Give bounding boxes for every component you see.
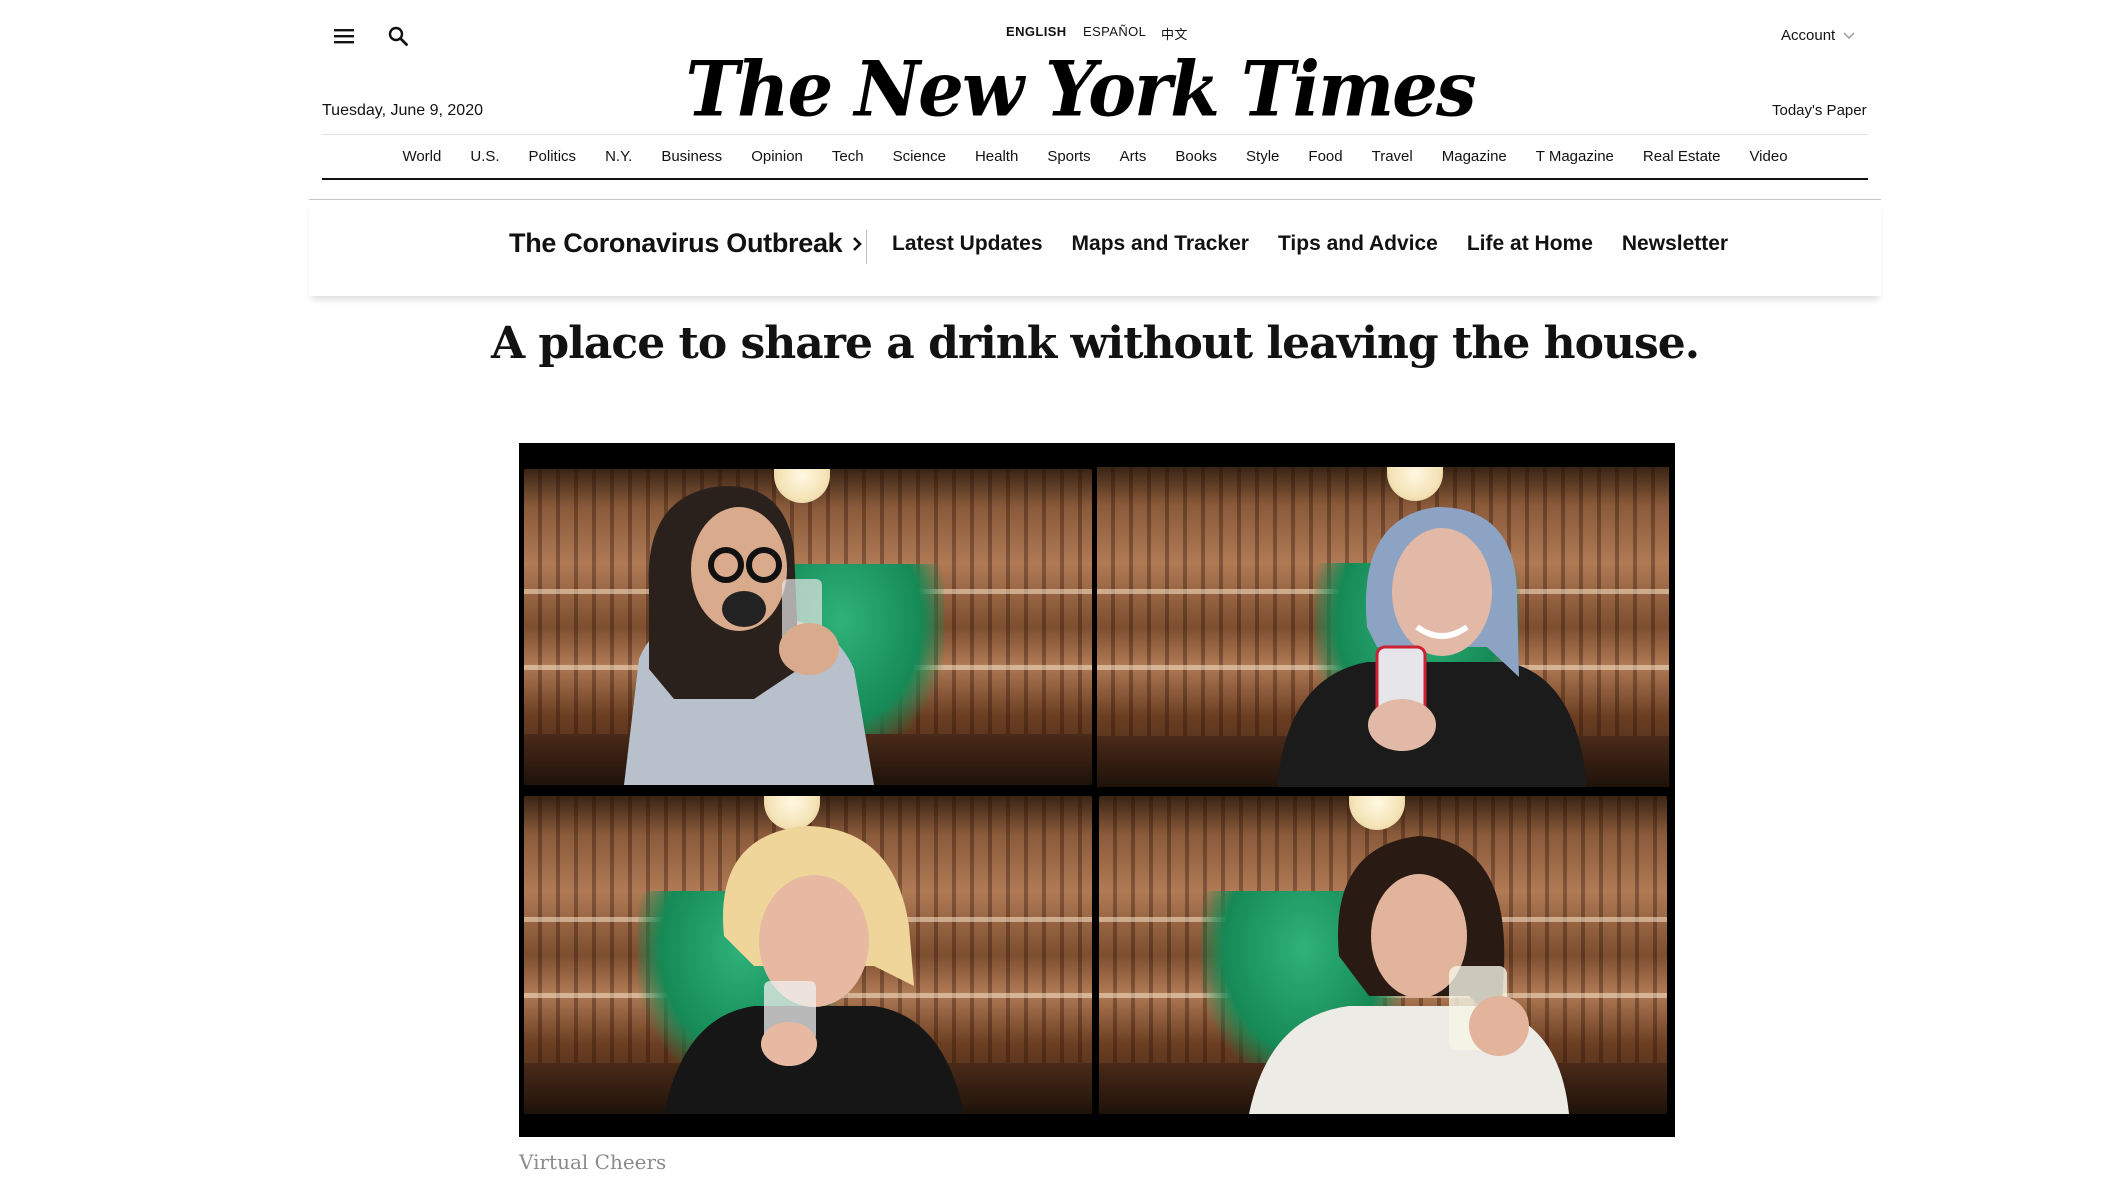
nav-bottom-rule	[322, 178, 1868, 180]
image-caption: Virtual Cheers	[519, 1150, 667, 1174]
nav-link-politics[interactable]: Politics	[529, 148, 577, 165]
story-link-maps-and-tracker[interactable]: Maps and Tracker	[1072, 232, 1249, 256]
nav-link-science[interactable]: Science	[893, 148, 946, 165]
nav-link-real-estate[interactable]: Real Estate	[1643, 148, 1721, 165]
story-bar-title[interactable]: The Coronavirus Outbreak	[509, 228, 863, 259]
person-4	[1249, 836, 1569, 1114]
nav-link-business[interactable]: Business	[661, 148, 722, 165]
todays-paper-link[interactable]: Today's Paper	[1772, 102, 1867, 119]
story-link-latest-updates[interactable]: Latest Updates	[892, 232, 1043, 256]
nav-link-tech[interactable]: Tech	[832, 148, 864, 165]
article-image[interactable]	[519, 443, 1675, 1137]
story-bar-title-text: The Coronavirus Outbreak	[509, 228, 843, 258]
account-label: Account	[1781, 27, 1836, 44]
sections-nav: World U.S. Politics N.Y. Business Opinio…	[322, 136, 1868, 176]
nyt-logo[interactable]: The New York Times	[686, 38, 1477, 138]
video-tile-2-active	[1097, 467, 1669, 787]
video-tile-4	[1099, 796, 1667, 1114]
video-tile-3	[524, 796, 1092, 1114]
nav-link-books[interactable]: Books	[1175, 148, 1217, 165]
story-link-tips-and-advice[interactable]: Tips and Advice	[1278, 232, 1438, 256]
nav-link-style[interactable]: Style	[1246, 148, 1279, 165]
story-link-newsletter[interactable]: Newsletter	[1622, 232, 1728, 256]
person-2	[1277, 507, 1587, 787]
nav-link-travel[interactable]: Travel	[1372, 148, 1413, 165]
nav-link-video[interactable]: Video	[1749, 148, 1787, 165]
menu-button[interactable]	[324, 16, 364, 56]
nav-link-magazine[interactable]: Magazine	[1442, 148, 1507, 165]
nav-link-t-magazine[interactable]: T Magazine	[1536, 148, 1614, 165]
story-link-life-at-home[interactable]: Life at Home	[1467, 232, 1593, 256]
nav-link-sports[interactable]: Sports	[1047, 148, 1090, 165]
story-bar-divider	[866, 230, 867, 264]
nav-link-ny[interactable]: N.Y.	[605, 148, 632, 165]
nav-link-food[interactable]: Food	[1308, 148, 1342, 165]
search-icon	[388, 26, 408, 46]
language-espanol[interactable]: ESPAÑOL	[1083, 24, 1146, 39]
search-button[interactable]	[378, 16, 418, 56]
nav-top-rule	[322, 134, 1868, 135]
nav-link-world[interactable]: World	[402, 148, 441, 165]
person-1	[624, 486, 874, 785]
chevron-down-icon	[1843, 32, 1855, 39]
person-3	[664, 826, 964, 1114]
menu-icon	[334, 29, 354, 44]
logo-text: The New York Times	[685, 43, 1477, 133]
chevron-right-icon	[853, 236, 863, 251]
nav-link-us[interactable]: U.S.	[470, 148, 499, 165]
nav-link-opinion[interactable]: Opinion	[751, 148, 803, 165]
language-english[interactable]: ENGLISH	[1006, 24, 1067, 39]
account-button[interactable]: Account	[1781, 27, 1855, 44]
article-headline: A place to share a drink without leaving…	[490, 318, 1700, 369]
nav-link-health[interactable]: Health	[975, 148, 1018, 165]
nav-link-arts[interactable]: Arts	[1120, 148, 1147, 165]
story-bar-links: Latest Updates Maps and Tracker Tips and…	[892, 232, 1728, 256]
current-date: Tuesday, June 9, 2020	[322, 102, 483, 119]
video-tile-1	[524, 469, 1092, 785]
